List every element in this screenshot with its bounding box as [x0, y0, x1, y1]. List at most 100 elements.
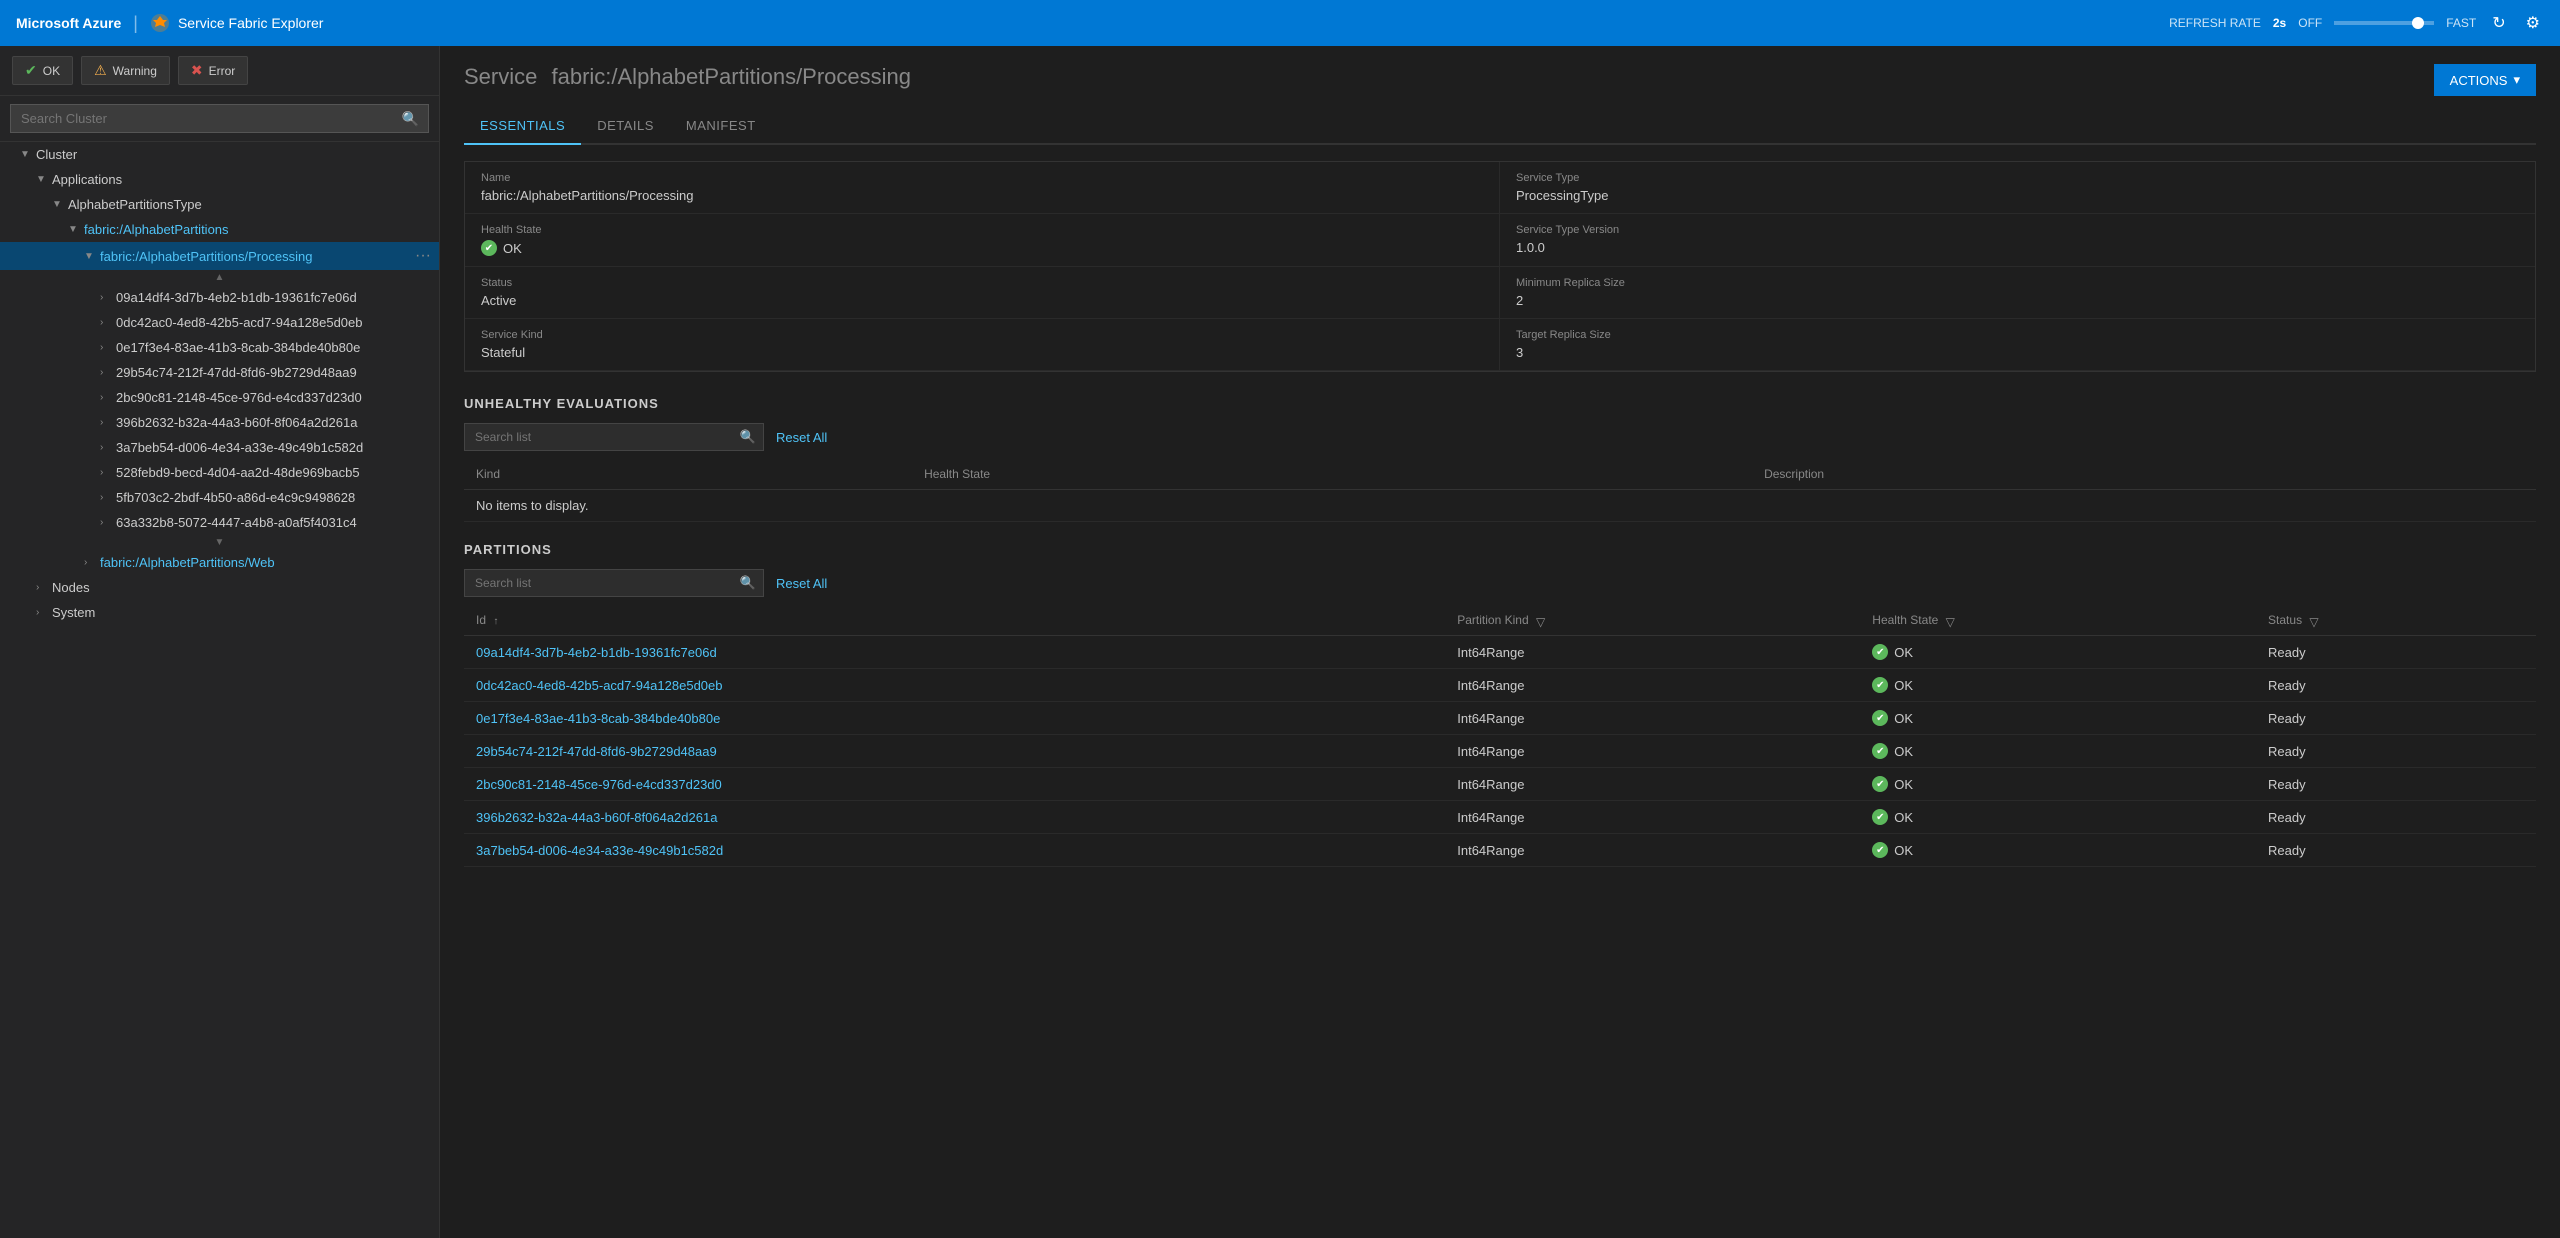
search-cluster-input[interactable] — [10, 104, 429, 133]
partition-kind-filter-icon[interactable]: ▽ — [1536, 615, 1548, 627]
unhealthy-col-kind: Kind — [464, 459, 912, 490]
error-label: Error — [209, 64, 236, 78]
partition-id-cell[interactable]: 09a14df4-3d7b-4eb2-b1db-19361fc7e06d — [464, 636, 1445, 669]
tree-partition-4[interactable]: › 2bc90c81-2148-45ce-976d-e4cd337d23d0 — [0, 385, 439, 410]
applications-chevron: ▼ — [36, 174, 52, 185]
partitions-search-bar: 🔍 — [464, 569, 764, 597]
processing-label: fabric:/AlphabetPartitions/Processing — [100, 249, 312, 264]
system-chevron: › — [36, 607, 52, 618]
status-filter-icon[interactable]: ▽ — [2309, 615, 2321, 627]
partition-id-link[interactable]: 0dc42ac0-4ed8-42b5-acd7-94a128e5d0eb — [476, 678, 723, 693]
unhealthy-search-icon: 🔍 — [740, 429, 756, 445]
tree-nodes[interactable]: › Nodes — [0, 575, 439, 600]
id-sort-icon[interactable]: ↑ — [493, 616, 498, 627]
essentials-service-kind-cell: Service Kind Stateful — [465, 319, 1500, 371]
content-header: Service fabric:/AlphabetPartitions/Proce… — [440, 46, 2560, 96]
partition-id-link[interactable]: 396b2632-b32a-44a3-b60f-8f064a2d261a — [476, 810, 717, 825]
unhealthy-reset-link[interactable]: Reset All — [776, 430, 827, 445]
partition-id-cell[interactable]: 29b54c74-212f-47dd-8fd6-9b2729d48aa9 — [464, 735, 1445, 768]
partitions-reset-link[interactable]: Reset All — [776, 576, 827, 591]
processing-ellipsis[interactable]: ··· — [415, 247, 431, 265]
tree-web[interactable]: › fabric:/AlphabetPartitions/Web — [0, 550, 439, 575]
tree-applications[interactable]: ▼ Applications — [0, 167, 439, 192]
partition-ok-icon: ✔ — [1872, 677, 1888, 693]
alphabet-partitions-label: fabric:/AlphabetPartitions — [84, 222, 229, 237]
service-prefix: Service — [464, 64, 537, 89]
alphabet-type-label: AlphabetPartitionsType — [68, 197, 202, 212]
tab-manifest[interactable]: MANIFEST — [670, 108, 772, 145]
essentials-service-kind-label: Service Kind — [481, 329, 1483, 341]
warning-status-button[interactable]: ⚠ Warning — [81, 56, 170, 85]
error-icon: ✖ — [191, 62, 203, 79]
unhealthy-table: Kind Health State Description No items t… — [464, 459, 2536, 522]
unhealthy-search-bar: 🔍 — [464, 423, 764, 451]
tree-partition-7[interactable]: › 528febd9-becd-4d04-aa2d-48de969bacb5 — [0, 460, 439, 485]
p6-label: 3a7beb54-d006-4e34-a33e-49c49b1c582d — [116, 440, 363, 455]
tree-alphabet-type[interactable]: ▼ AlphabetPartitionsType — [0, 192, 439, 217]
expand-up-indicator[interactable]: ▲ — [0, 270, 439, 285]
partition-id-cell[interactable]: 0dc42ac0-4ed8-42b5-acd7-94a128e5d0eb — [464, 669, 1445, 702]
ok-icon: ✔ — [25, 62, 37, 79]
tree-processing-selected[interactable]: ▼ fabric:/AlphabetPartitions/Processing … — [0, 242, 439, 270]
essentials-health-value: ✔ OK — [481, 240, 1483, 256]
partition-status-cell: Ready — [2256, 735, 2536, 768]
web-chevron: › — [84, 557, 100, 568]
p3-chevron: › — [100, 367, 116, 378]
unhealthy-search-input[interactable] — [464, 423, 764, 451]
tree-partition-0[interactable]: › 09a14df4-3d7b-4eb2-b1db-19361fc7e06d — [0, 285, 439, 310]
tree-partition-1[interactable]: › 0dc42ac0-4ed8-42b5-acd7-94a128e5d0eb — [0, 310, 439, 335]
tree-partition-6[interactable]: › 3a7beb54-d006-4e34-a33e-49c49b1c582d — [0, 435, 439, 460]
partition-status-cell: Ready — [2256, 834, 2536, 867]
col-health-state: Health State ▽ — [1860, 605, 2256, 636]
partition-ok-icon: ✔ — [1872, 710, 1888, 726]
warning-label: Warning — [113, 64, 157, 78]
partition-id-cell[interactable]: 3a7beb54-d006-4e34-a33e-49c49b1c582d — [464, 834, 1445, 867]
partition-id-link[interactable]: 3a7beb54-d006-4e34-a33e-49c49b1c582d — [476, 843, 723, 858]
settings-icon-button[interactable]: ⚙ — [2522, 9, 2544, 37]
expand-down-indicator[interactable]: ▼ — [0, 535, 439, 550]
partition-health-cell: ✔ OK — [1860, 834, 2256, 867]
error-status-button[interactable]: ✖ Error — [178, 56, 248, 85]
unhealthy-col-health: Health State — [912, 459, 1752, 490]
refresh-icon-button[interactable]: ↻ — [2488, 9, 2509, 37]
sidebar: ✔ OK ⚠ Warning ✖ Error 🔍 ▼ Cluster — [0, 46, 440, 1238]
essentials-service-type-value: ProcessingType — [1516, 188, 2519, 203]
partition-id-cell[interactable]: 396b2632-b32a-44a3-b60f-8f064a2d261a — [464, 801, 1445, 834]
partition-id-link[interactable]: 29b54c74-212f-47dd-8fd6-9b2729d48aa9 — [476, 744, 717, 759]
p1-chevron: › — [100, 317, 116, 328]
tree-partition-2[interactable]: › 0e17f3e4-83ae-41b3-8cab-384bde40b80e — [0, 335, 439, 360]
partition-id-cell[interactable]: 2bc90c81-2148-45ce-976d-e4cd337d23d0 — [464, 768, 1445, 801]
partition-id-link[interactable]: 2bc90c81-2148-45ce-976d-e4cd337d23d0 — [476, 777, 722, 792]
tab-details[interactable]: DETAILS — [581, 108, 670, 145]
unhealthy-section-title: UNHEALTHY EVALUATIONS — [464, 396, 2536, 411]
partitions-search-input[interactable] — [464, 569, 764, 597]
partition-ok-icon: ✔ — [1872, 842, 1888, 858]
tree-alphabet-partitions[interactable]: ▼ fabric:/AlphabetPartitions — [0, 217, 439, 242]
partition-health-cell: ✔ OK — [1860, 801, 2256, 834]
refresh-slider[interactable] — [2334, 21, 2434, 25]
partition-id-link[interactable]: 0e17f3e4-83ae-41b3-8cab-384bde40b80e — [476, 711, 720, 726]
actions-button[interactable]: ACTIONS ▾ — [2434, 64, 2536, 96]
ok-status-button[interactable]: ✔ OK — [12, 56, 73, 85]
p5-label: 396b2632-b32a-44a3-b60f-8f064a2d261a — [116, 415, 357, 430]
system-label: System — [52, 605, 95, 620]
tree-partition-8[interactable]: › 5fb703c2-2bdf-4b50-a86d-e4c9c9498628 — [0, 485, 439, 510]
p8-chevron: › — [100, 492, 116, 503]
partition-health-value: OK — [1894, 645, 1913, 660]
partition-id-cell[interactable]: 0e17f3e4-83ae-41b3-8cab-384bde40b80e — [464, 702, 1445, 735]
tree-partition-3[interactable]: › 29b54c74-212f-47dd-8fd6-9b2729d48aa9 — [0, 360, 439, 385]
p7-label: 528febd9-becd-4d04-aa2d-48de969bacb5 — [116, 465, 360, 480]
partition-ok-icon: ✔ — [1872, 776, 1888, 792]
tab-essentials[interactable]: ESSENTIALS — [464, 108, 581, 145]
essentials-health-label: Health State — [481, 224, 1483, 236]
tree-cluster[interactable]: ▼ Cluster — [0, 142, 439, 167]
tree-partition-5[interactable]: › 396b2632-b32a-44a3-b60f-8f064a2d261a — [0, 410, 439, 435]
partition-status-cell: Ready — [2256, 702, 2536, 735]
partition-id-link[interactable]: 09a14df4-3d7b-4eb2-b1db-19361fc7e06d — [476, 645, 717, 660]
tree-partition-9[interactable]: › 63a332b8-5072-4447-a4b8-a0af5f4031c4 — [0, 510, 439, 535]
partition-kind-cell: Int64Range — [1445, 834, 1860, 867]
health-state-filter-icon[interactable]: ▽ — [1946, 615, 1958, 627]
tree-system[interactable]: › System — [0, 600, 439, 625]
essentials-status-value: Active — [481, 293, 1483, 308]
partition-health-value: OK — [1894, 744, 1913, 759]
